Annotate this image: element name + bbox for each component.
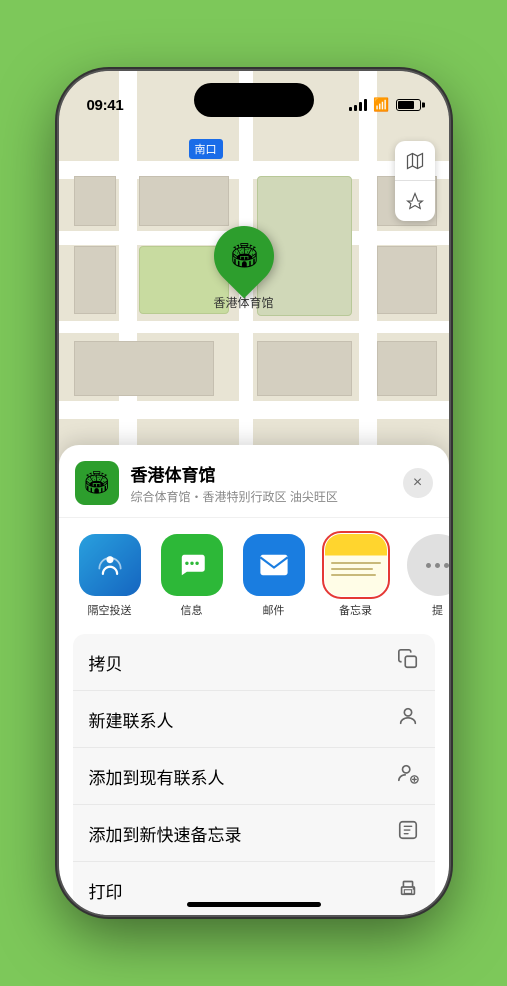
status-icons: 📶 <box>349 97 420 113</box>
action-list: 拷贝 新建联系人 <box>73 634 435 915</box>
action-add-notes[interactable]: 添加到新快速备忘录 <box>73 805 435 862</box>
print-icon <box>397 876 419 904</box>
phone-screen: 09:41 📶 南口 <box>59 71 449 915</box>
notes-label: 备忘录 <box>339 602 372 618</box>
venue-subtitle: 综合体育馆・香港特别行政区 油尖旺区 <box>131 488 403 505</box>
notes-icon <box>325 534 387 596</box>
action-print-label: 打印 <box>89 878 123 903</box>
marker-pin: 🏟 <box>201 214 286 299</box>
location-button[interactable] <box>395 181 435 221</box>
marker-emoji: 🏟 <box>228 242 258 271</box>
airdrop-label: 隔空投送 <box>88 602 132 618</box>
map-type-button[interactable] <box>395 141 435 181</box>
sheet-header: 🏟 香港体育馆 综合体育馆・香港特别行政区 油尖旺区 × <box>59 445 449 518</box>
action-add-existing-label: 添加到现有联系人 <box>89 764 225 789</box>
share-item-more[interactable]: 提 <box>403 534 449 618</box>
battery-icon <box>396 99 421 111</box>
share-row: 隔空投送 信息 <box>59 518 449 634</box>
bottom-sheet: 🏟 香港体育馆 综合体育馆・香港特别行政区 油尖旺区 × <box>59 445 449 915</box>
action-print[interactable]: 打印 <box>73 862 435 915</box>
action-new-contact[interactable]: 新建联系人 <box>73 691 435 748</box>
mail-icon <box>243 534 305 596</box>
venue-icon: 🏟 <box>75 461 119 505</box>
venue-info: 香港体育馆 综合体育馆・香港特别行政区 油尖旺区 <box>131 461 403 505</box>
share-item-messages[interactable]: 信息 <box>157 534 227 618</box>
mail-label: 邮件 <box>263 602 285 618</box>
home-indicator <box>187 902 321 907</box>
action-add-notes-label: 添加到新快速备忘录 <box>89 821 242 846</box>
share-item-airdrop[interactable]: 隔空投送 <box>75 534 145 618</box>
close-icon: × <box>413 474 422 492</box>
phone-frame: 09:41 📶 南口 <box>59 71 449 915</box>
add-notes-icon <box>397 819 419 847</box>
map-label-text: 南口 <box>195 144 217 156</box>
copy-icon <box>397 648 419 676</box>
action-copy[interactable]: 拷贝 <box>73 634 435 691</box>
more-label: 提 <box>432 602 443 618</box>
action-copy-label: 拷贝 <box>89 650 123 675</box>
map-controls <box>395 141 435 221</box>
dynamic-island <box>194 83 314 117</box>
close-button[interactable]: × <box>403 468 433 498</box>
messages-icon <box>161 534 223 596</box>
messages-label: 信息 <box>181 602 203 618</box>
venue-name: 香港体育馆 <box>131 461 403 486</box>
wifi-icon: 📶 <box>373 97 389 113</box>
action-new-contact-label: 新建联系人 <box>89 707 174 732</box>
new-contact-icon <box>397 705 419 733</box>
map-label: 南口 <box>189 139 223 159</box>
more-icon <box>407 534 449 596</box>
share-item-mail[interactable]: 邮件 <box>239 534 309 618</box>
signal-icon <box>349 99 367 111</box>
status-time: 09:41 <box>87 97 124 114</box>
stadium-marker[interactable]: 🏟 香港体育馆 <box>214 226 274 311</box>
action-add-existing[interactable]: 添加到现有联系人 <box>73 748 435 805</box>
share-item-notes[interactable]: 备忘录 <box>321 534 391 618</box>
add-existing-icon <box>397 762 419 790</box>
airdrop-icon <box>79 534 141 596</box>
